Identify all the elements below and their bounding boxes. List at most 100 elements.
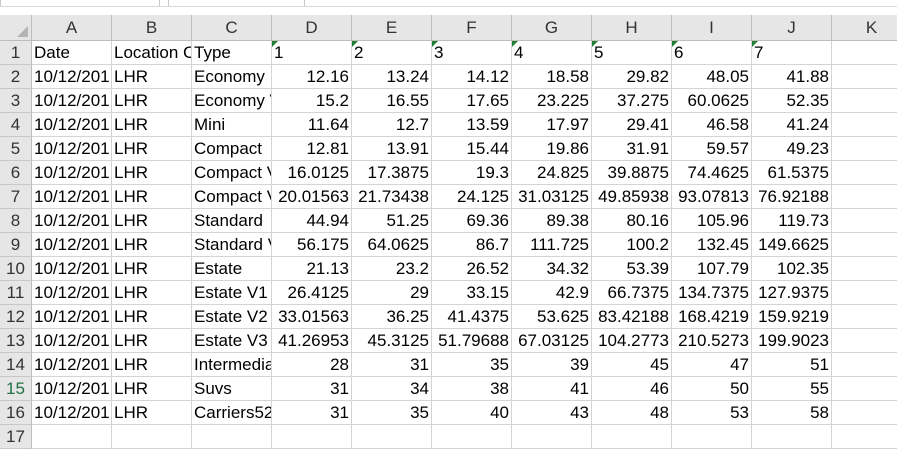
- column-header-a[interactable]: A: [32, 15, 112, 41]
- table-cell[interactable]: LHR: [112, 209, 192, 233]
- table-cell[interactable]: 12.81: [272, 137, 352, 161]
- table-cell[interactable]: 12.16: [272, 65, 352, 89]
- table-cell[interactable]: 37.275: [592, 89, 672, 113]
- table-cell[interactable]: 41.4375: [432, 305, 512, 329]
- table-cell[interactable]: Standard: [192, 209, 272, 233]
- table-cell[interactable]: [832, 329, 897, 353]
- table-cell[interactable]: LHR: [112, 185, 192, 209]
- table-cell[interactable]: [832, 65, 897, 89]
- table-cell[interactable]: LHR: [112, 281, 192, 305]
- table-cell[interactable]: [832, 257, 897, 281]
- table-cell[interactable]: 10/12/201: [32, 113, 112, 137]
- table-cell[interactable]: 33.01563: [272, 305, 352, 329]
- row-header[interactable]: 11: [0, 281, 32, 305]
- row-header[interactable]: 10: [0, 257, 32, 281]
- table-cell[interactable]: LHR: [112, 257, 192, 281]
- table-cell[interactable]: [832, 233, 897, 257]
- table-cell[interactable]: 26.4125: [272, 281, 352, 305]
- table-cell[interactable]: 24.825: [512, 161, 592, 185]
- column-header-f[interactable]: F: [432, 15, 512, 41]
- column-header-j[interactable]: J: [752, 15, 832, 41]
- table-cell[interactable]: [832, 161, 897, 185]
- table-cell[interactable]: 67.03125: [512, 329, 592, 353]
- row-header[interactable]: 2: [0, 65, 32, 89]
- table-cell[interactable]: 66.7375: [592, 281, 672, 305]
- table-cell[interactable]: Suvs: [192, 377, 272, 401]
- table-cell[interactable]: [832, 137, 897, 161]
- table-cell[interactable]: 34: [352, 377, 432, 401]
- table-cell[interactable]: 33.15: [432, 281, 512, 305]
- column-header-h[interactable]: H: [592, 15, 672, 41]
- column-header-i[interactable]: I: [672, 15, 752, 41]
- table-cell[interactable]: 89.38: [512, 209, 592, 233]
- table-cell[interactable]: Economy: [192, 65, 272, 89]
- table-cell[interactable]: 51.79688: [432, 329, 512, 353]
- table-cell[interactable]: 56.175: [272, 233, 352, 257]
- table-cell[interactable]: 59.57: [672, 137, 752, 161]
- table-cell[interactable]: 16.0125: [272, 161, 352, 185]
- table-cell[interactable]: 17.97: [512, 113, 592, 137]
- table-cell[interactable]: Standard V: [192, 233, 272, 257]
- table-cell[interactable]: Mini: [192, 113, 272, 137]
- table-cell[interactable]: 31.03125: [512, 185, 592, 209]
- table-cell[interactable]: 100.2: [592, 233, 672, 257]
- table-cell[interactable]: 21.13: [272, 257, 352, 281]
- table-cell[interactable]: 69.36: [432, 209, 512, 233]
- table-cell[interactable]: 51: [752, 353, 832, 377]
- table-cell[interactable]: 80.16: [592, 209, 672, 233]
- column-header-k[interactable]: K: [832, 15, 897, 41]
- table-cell[interactable]: 47: [672, 353, 752, 377]
- table-cell[interactable]: 134.7375: [672, 281, 752, 305]
- table-cell[interactable]: 10/12/201: [32, 209, 112, 233]
- table-cell[interactable]: 40: [432, 401, 512, 425]
- header-cell[interactable]: [832, 41, 897, 65]
- column-header-b[interactable]: B: [112, 15, 192, 41]
- row-header[interactable]: 13: [0, 329, 32, 353]
- table-cell[interactable]: 17.3875: [352, 161, 432, 185]
- table-cell[interactable]: [192, 425, 272, 449]
- table-cell[interactable]: 10/12/201: [32, 65, 112, 89]
- table-cell[interactable]: 20.01563: [272, 185, 352, 209]
- table-cell[interactable]: 60.0625: [672, 89, 752, 113]
- table-cell[interactable]: Estate V1: [192, 281, 272, 305]
- header-cell[interactable]: 5: [592, 41, 672, 65]
- table-cell[interactable]: 13.91: [352, 137, 432, 161]
- table-cell[interactable]: LHR: [112, 113, 192, 137]
- table-cell[interactable]: 210.5273: [672, 329, 752, 353]
- table-cell[interactable]: [752, 425, 832, 449]
- table-cell[interactable]: 10/12/201: [32, 233, 112, 257]
- table-cell[interactable]: 53.625: [512, 305, 592, 329]
- table-cell[interactable]: Economy V: [192, 89, 272, 113]
- table-cell[interactable]: 168.4219: [672, 305, 752, 329]
- table-cell[interactable]: 14.12: [432, 65, 512, 89]
- table-cell[interactable]: [832, 281, 897, 305]
- table-cell[interactable]: 48: [592, 401, 672, 425]
- table-cell[interactable]: 10/12/201: [32, 89, 112, 113]
- table-cell[interactable]: LHR: [112, 377, 192, 401]
- table-cell[interactable]: 61.5375: [752, 161, 832, 185]
- table-cell[interactable]: LHR: [112, 65, 192, 89]
- table-cell[interactable]: 102.35: [752, 257, 832, 281]
- table-cell[interactable]: 53: [672, 401, 752, 425]
- table-cell[interactable]: 43: [512, 401, 592, 425]
- row-header[interactable]: 14: [0, 353, 32, 377]
- table-cell[interactable]: [832, 113, 897, 137]
- table-cell[interactable]: 39.8875: [592, 161, 672, 185]
- table-cell[interactable]: [512, 425, 592, 449]
- table-cell[interactable]: 76.92188: [752, 185, 832, 209]
- table-cell[interactable]: [832, 401, 897, 425]
- table-cell[interactable]: [272, 425, 352, 449]
- table-cell[interactable]: 10/12/201: [32, 305, 112, 329]
- header-cell[interactable]: Location C: [112, 41, 192, 65]
- table-cell[interactable]: 111.725: [512, 233, 592, 257]
- table-cell[interactable]: 10/12/201: [32, 257, 112, 281]
- table-cell[interactable]: 49.23: [752, 137, 832, 161]
- table-cell[interactable]: LHR: [112, 353, 192, 377]
- table-cell[interactable]: LHR: [112, 89, 192, 113]
- table-cell[interactable]: Estate V3: [192, 329, 272, 353]
- table-cell[interactable]: 48.05: [672, 65, 752, 89]
- table-cell[interactable]: 132.45: [672, 233, 752, 257]
- table-cell[interactable]: 18.58: [512, 65, 592, 89]
- header-cell[interactable]: 7: [752, 41, 832, 65]
- table-cell[interactable]: [672, 425, 752, 449]
